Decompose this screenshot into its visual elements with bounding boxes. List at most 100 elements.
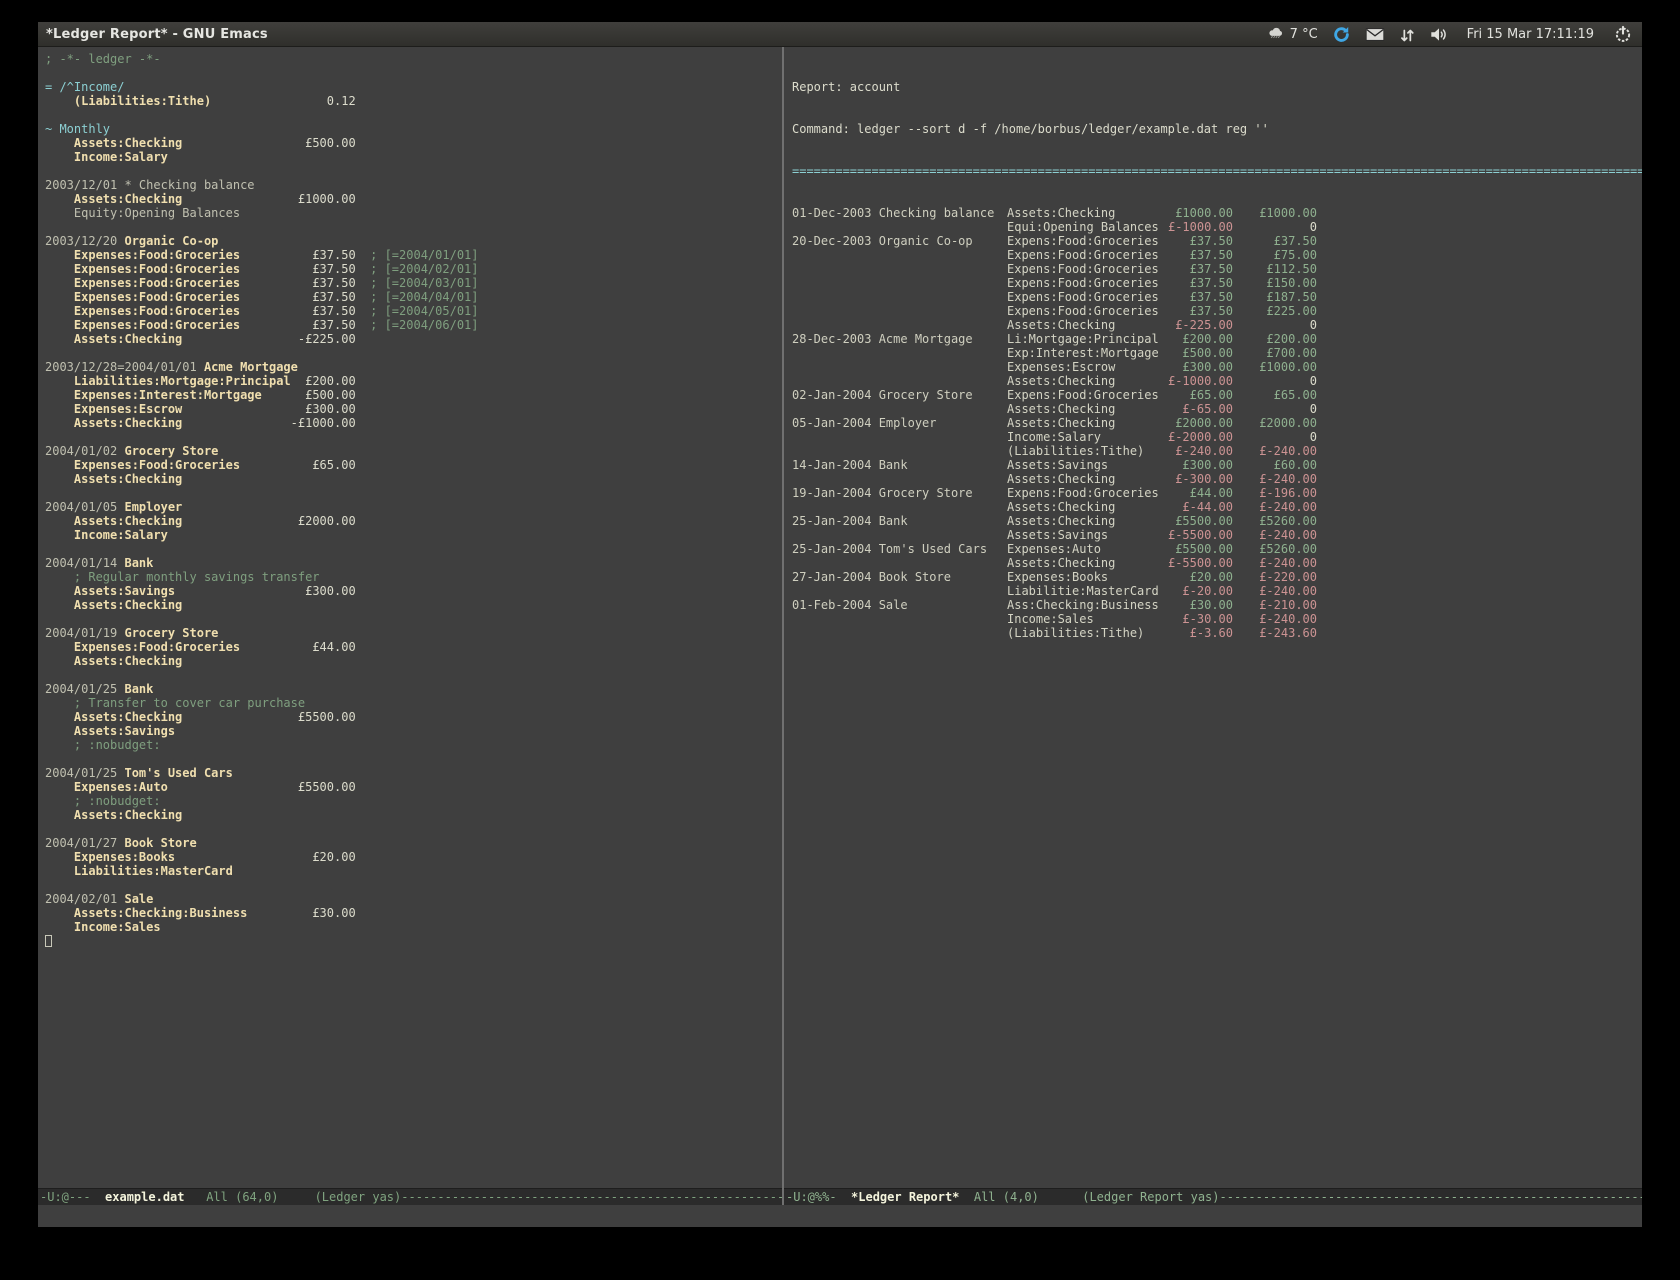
register-row: Expens:Food:Groceries£37.50£187.50	[792, 290, 1642, 304]
buffer-line: Liabilities:MasterCard	[45, 864, 782, 878]
register-row: Expens:Food:Groceries£37.50£112.50	[792, 262, 1642, 276]
register-row: Exp:Interest:Mortgage£500.00£700.00	[792, 346, 1642, 360]
buffer-line	[45, 486, 782, 500]
modeline-right[interactable]: -U:@%%- *Ledger Report* All (4,0) (Ledge…	[784, 1188, 1642, 1205]
register-row: Assets:Checking£-5500.00£-240.00	[792, 556, 1642, 570]
buffer-line: ; Regular monthly savings transfer	[45, 570, 782, 584]
buffer-line: Expenses:Escrow £300.00	[45, 402, 782, 416]
buffer-line: 2004/02/01 Sale	[45, 892, 782, 906]
buffer-line: Expenses:Books £20.00	[45, 850, 782, 864]
register-row: Liabilitie:MasterCard£-20.00£-240.00	[792, 584, 1642, 598]
buffer-line	[45, 220, 782, 234]
modeline-major-mode: (Ledger Report yas)	[1082, 1190, 1219, 1204]
buffer-line: 2004/01/19 Grocery Store	[45, 626, 782, 640]
buffer-line: ; :nobudget:	[45, 794, 782, 808]
buffer-line: Expenses:Food:Groceries £37.50 ; [=2004/…	[45, 304, 782, 318]
buffer-line: Assets:Savings	[45, 724, 782, 738]
buffer-line: (Liabilities:Tithe) 0.12	[45, 94, 782, 108]
buffer-line: ~ Monthly	[45, 122, 782, 136]
buffer-line: Expenses:Food:Groceries £37.50 ; [=2004/…	[45, 318, 782, 332]
buffer-line: Expenses:Food:Groceries £65.00	[45, 458, 782, 472]
weather-indicator[interactable]: 7 °C	[1267, 27, 1318, 42]
buffer-line: Assets:Checking	[45, 598, 782, 612]
window-split: ; -*- ledger -*-= /^Income/ (Liabilities…	[38, 47, 1642, 1205]
top-panel: *Ledger Report* - GNU Emacs 7 °C	[38, 22, 1642, 47]
register-row: 27-Jan-2004 Book StoreExpenses:Books£20.…	[792, 570, 1642, 584]
refresh-icon[interactable]	[1332, 25, 1351, 44]
buffer-line: Assets:Checking	[45, 472, 782, 486]
register-row: Income:Salary£-2000.000	[792, 430, 1642, 444]
register-row: Assets:Checking£-1000.000	[792, 374, 1642, 388]
report-separator: ========================================…	[792, 164, 1642, 178]
buffer-line: 2004/01/25 Bank	[45, 682, 782, 696]
buffer-line	[45, 878, 782, 892]
register-row: Equi:Opening Balances£-1000.000	[792, 220, 1642, 234]
register-row: Assets:Checking£-44.00£-240.00	[792, 500, 1642, 514]
buffer-line: Assets:Checking	[45, 808, 782, 822]
buffer-line	[45, 668, 782, 682]
buffer-line: Income:Salary	[45, 150, 782, 164]
register-row: 02-Jan-2004 Grocery StoreExpens:Food:Gro…	[792, 388, 1642, 402]
modeline-buffer-name: *Ledger Report*	[851, 1190, 959, 1204]
register-row: 28-Dec-2003 Acme MortgageLi:Mortgage:Pri…	[792, 332, 1642, 346]
buffer-line: 2004/01/02 Grocery Store	[45, 444, 782, 458]
buffer-line: Income:Salary	[45, 528, 782, 542]
register-row: Expens:Food:Groceries£37.50£75.00	[792, 248, 1642, 262]
volume-icon[interactable]	[1429, 26, 1449, 43]
buffer-line: ; -*- ledger -*-	[45, 52, 782, 66]
register-row: (Liabilities:Tithe)£-240.00£-240.00	[792, 444, 1642, 458]
window-title: *Ledger Report* - GNU Emacs	[46, 27, 268, 42]
temperature-label: 7 °C	[1290, 27, 1318, 42]
network-arrows-icon[interactable]	[1399, 26, 1415, 43]
register-row: 19-Jan-2004 Grocery StoreExpens:Food:Gro…	[792, 486, 1642, 500]
desktop: { "palette":{ "bg":"#3f3f3f","fg":"#dcdc…	[0, 0, 1680, 1280]
weather-cloud-icon	[1267, 27, 1285, 41]
buffer-line: Income:Sales	[45, 920, 782, 934]
emacs-frame: ; -*- ledger -*-= /^Income/ (Liabilities…	[38, 47, 1642, 1227]
buffer-line: Assets:Checking £500.00	[45, 136, 782, 150]
buffer-line: Expenses:Interest:Mortgage £500.00	[45, 388, 782, 402]
buffer-line: 2004/01/25 Tom's Used Cars	[45, 766, 782, 780]
register-row: 01-Dec-2003 Checking balanceAssets:Check…	[792, 206, 1642, 220]
ledger-file-buffer[interactable]: ; -*- ledger -*-= /^Income/ (Liabilities…	[38, 47, 782, 1188]
buffer-line: 2004/01/05 Employer	[45, 500, 782, 514]
register-row: 01-Feb-2004 SaleAss:Checking:Business£30…	[792, 598, 1642, 612]
buffer-line: Equity:Opening Balances	[45, 206, 782, 220]
buffer-line: Expenses:Food:Groceries £37.50 ; [=2004/…	[45, 248, 782, 262]
buffer-line	[45, 612, 782, 626]
register-row: (Liabilities:Tithe)£-3.60£-243.60	[792, 626, 1642, 640]
buffer-line	[45, 164, 782, 178]
power-icon[interactable]	[1614, 25, 1632, 43]
ledger-report-buffer[interactable]: Report: account Command: ledger --sort d…	[784, 47, 1642, 1188]
buffer-line: 2004/01/27 Book Store	[45, 836, 782, 850]
buffer-line: Assets:Checking:Business £30.00	[45, 906, 782, 920]
register-row: Assets:Savings£-5500.00£-240.00	[792, 528, 1642, 542]
register-row: 05-Jan-2004 EmployerAssets:Checking£2000…	[792, 416, 1642, 430]
modeline-buffer-name: example.dat	[105, 1190, 184, 1204]
echo-area[interactable]	[38, 1205, 1642, 1227]
modeline-major-mode: (Ledger yas)	[315, 1190, 402, 1204]
clock[interactable]: Fri 15 Mar 17:11:19	[1467, 27, 1594, 42]
mail-icon[interactable]	[1365, 27, 1385, 42]
register-row: Assets:Checking£-300.00£-240.00	[792, 472, 1642, 486]
buffer-line: 2003/12/20 Organic Co-op	[45, 234, 782, 248]
report-header-line: Report: account	[792, 80, 1642, 94]
register-row: Expens:Food:Groceries£37.50£225.00	[792, 304, 1642, 318]
buffer-line: Liabilities:Mortgage:Principal £200.00	[45, 374, 782, 388]
buffer-line: 2003/12/28=2004/01/01 Acme Mortgage	[45, 360, 782, 374]
register-row: 25-Jan-2004 BankAssets:Checking£5500.00£…	[792, 514, 1642, 528]
buffer-line	[45, 934, 782, 948]
buffer-line	[45, 66, 782, 80]
buffer-line	[45, 108, 782, 122]
buffer-line	[45, 542, 782, 556]
buffer-line: Expenses:Food:Groceries £44.00	[45, 640, 782, 654]
register-row: Expens:Food:Groceries£37.50£150.00	[792, 276, 1642, 290]
register-row: Income:Sales£-30.00£-240.00	[792, 612, 1642, 626]
ledger-report-window: Report: account Command: ledger --sort d…	[784, 47, 1642, 1205]
text-cursor	[45, 935, 52, 947]
modeline-left[interactable]: -U:@--- example.dat All (64,0) (Ledger y…	[38, 1188, 782, 1205]
buffer-line: Expenses:Auto £5500.00	[45, 780, 782, 794]
register-row: Assets:Checking£-65.000	[792, 402, 1642, 416]
emacs-screen: *Ledger Report* - GNU Emacs 7 °C	[38, 22, 1642, 1227]
buffer-line: ; Transfer to cover car purchase	[45, 696, 782, 710]
